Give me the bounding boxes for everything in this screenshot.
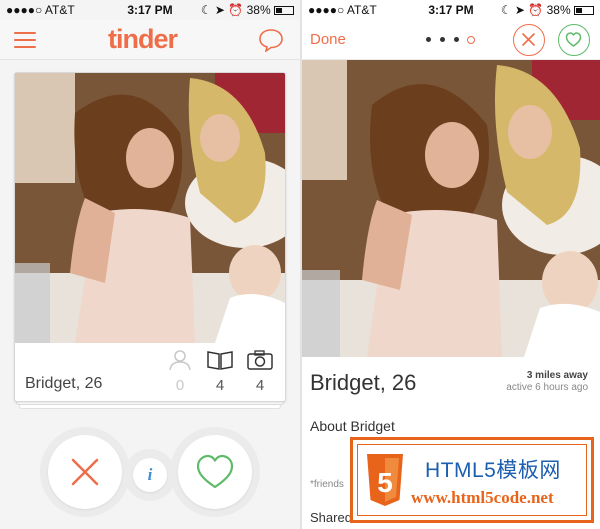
- hamburger-menu-icon[interactable]: [14, 31, 36, 49]
- tinder-swipe-screen: ●●●●○ AT&T 3:17 PM ☾ ➤ ⏰ 38% tinder Brid…: [0, 0, 300, 529]
- info-button[interactable]: i: [133, 458, 167, 492]
- status-bar: ●●●●○ AT&T 3:17 PM ☾ ➤ ⏰ 38%: [0, 0, 300, 20]
- battery-percent: 38%: [546, 3, 571, 17]
- distance-label: 3 miles away: [526, 370, 588, 381]
- photo-pager[interactable]: [426, 36, 478, 45]
- location-icon: ➤: [514, 3, 525, 17]
- friends-count: 0: [175, 377, 185, 394]
- watermark-url: www.html5code.net: [411, 488, 554, 507]
- location-icon: ➤: [214, 3, 225, 17]
- last-active-label: active 6 hours ago: [506, 382, 588, 393]
- stat-photos: 4: [245, 349, 275, 394]
- top-nav: tinder: [0, 20, 300, 60]
- tinder-logo: tinder: [108, 24, 178, 54]
- watermark-title: HTML5模板网: [425, 459, 561, 482]
- dislike-button[interactable]: [48, 435, 122, 509]
- info-icon: i: [147, 465, 153, 484]
- friends-note: *friends: [310, 479, 344, 490]
- card-name-age: Bridget, 26: [25, 375, 103, 392]
- nav-like-button[interactable]: [558, 24, 590, 56]
- nav-dislike-button[interactable]: [513, 24, 545, 56]
- heart-icon: [196, 454, 234, 489]
- photos-count: 4: [255, 377, 265, 394]
- html5code-watermark: 5 HTML5模板网 www.html5code.net: [350, 437, 594, 523]
- battery-percent: 38%: [246, 3, 271, 17]
- html5-badge-number: 5: [377, 467, 393, 498]
- x-icon: [71, 458, 99, 486]
- camera-icon: [247, 350, 273, 370]
- stat-friends: 0: [165, 349, 195, 394]
- heart-icon: [565, 32, 582, 47]
- interests-count: 4: [215, 377, 225, 394]
- battery-indicator: ☾ ➤ ⏰ 38%: [201, 3, 294, 17]
- moon-icon: ☾: [200, 3, 212, 17]
- profile-card[interactable]: Bridget, 26 0 4 4: [14, 72, 286, 402]
- book-icon: [207, 351, 233, 370]
- profile-name-age: Bridget, 26: [310, 370, 417, 395]
- battery-indicator: ☾ ➤ ⏰ 38%: [501, 3, 594, 17]
- alarm-icon: ⏰: [528, 3, 544, 17]
- friends-icon: [169, 350, 191, 371]
- card-stack-shadow: [19, 405, 281, 409]
- about-heading: About Bridget: [310, 418, 395, 434]
- profile-photo: [15, 73, 285, 343]
- top-nav: Done: [302, 20, 600, 60]
- stat-interests: 4: [205, 349, 235, 394]
- like-button[interactable]: [178, 435, 252, 509]
- status-bar: ●●●●○ AT&T 3:17 PM ☾ ➤ ⏰ 38%: [302, 0, 600, 20]
- done-button[interactable]: Done: [310, 31, 346, 48]
- battery-icon: [274, 6, 294, 15]
- swipe-actions: i: [40, 425, 260, 519]
- moon-icon: ☾: [500, 3, 512, 17]
- alarm-icon: ⏰: [228, 3, 244, 17]
- shared-heading: Shared: [310, 510, 352, 525]
- profile-photo-large[interactable]: [302, 60, 600, 357]
- html5-shield-icon: 5: [367, 454, 403, 506]
- battery-icon: [574, 6, 594, 15]
- x-icon: [522, 33, 535, 46]
- chat-bubble-icon[interactable]: [258, 28, 284, 52]
